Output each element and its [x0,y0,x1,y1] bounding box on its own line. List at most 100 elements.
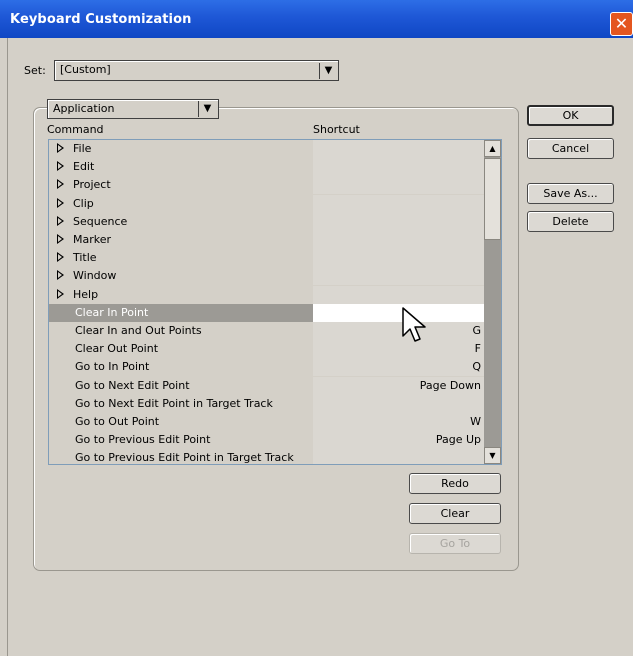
shortcut-cell[interactable]: F [313,340,484,359]
mouse-pointer-icon [402,307,426,342]
shortcut-cell[interactable] [313,285,484,304]
redo-button[interactable]: Redo [409,473,501,494]
expand-triangle-icon[interactable] [57,197,64,208]
command-label: Clip [73,196,94,210]
command-category-row[interactable]: Clip [49,194,484,213]
shortcut-cell[interactable] [313,394,484,413]
scroll-up-arrow-icon[interactable]: ▲ [484,140,501,157]
command-label: Go to Previous Edit Point [75,433,211,447]
command-cell[interactable]: Go to Out Point [49,413,313,431]
command-category-row[interactable]: Project [49,176,484,195]
expand-triangle-icon[interactable] [57,288,64,299]
command-cell[interactable]: Help [49,286,313,304]
command-cell[interactable]: Sequence [49,213,313,231]
category-dropdown-value: Application [53,102,115,115]
command-label: Go to Out Point [75,415,160,428]
command-category-row[interactable]: Edit [49,158,484,177]
command-column-header[interactable]: Command [47,123,104,136]
go-to-button[interactable]: Go To [409,533,501,554]
command-row[interactable]: Go to Out Point W [49,413,484,431]
shortcut-cell[interactable]: W [313,413,484,431]
command-category-row[interactable]: Window [49,267,484,286]
command-label: Go to In Point [75,360,150,374]
command-cell[interactable]: Clear Out Point [49,340,313,358]
command-cell[interactable]: Go to Previous Edit Point [49,431,313,449]
ok-button[interactable]: OK [527,105,614,126]
close-icon[interactable]: ✕ [610,12,633,36]
command-cell[interactable]: Clip [49,195,313,213]
command-cell[interactable]: Title [49,249,313,267]
shortcut-cell[interactable]: Page Up [313,431,484,450]
command-label: Go to Next Edit Point [75,378,190,392]
expand-triangle-icon[interactable] [57,234,64,244]
command-cell[interactable]: Window [49,267,313,285]
dropdown-arrow-icon[interactable]: ▼ [198,101,216,117]
command-category-row[interactable]: File [49,140,484,158]
command-cell[interactable]: File [49,140,313,158]
command-row[interactable]: Go to Next Edit Point Page Down [49,376,484,395]
scroll-thumb[interactable] [484,158,501,240]
window-title: Keyboard Customization [10,12,192,27]
expand-triangle-icon[interactable] [57,179,64,190]
set-dropdown-value: [Custom] [60,63,111,76]
clear-button[interactable]: Clear [409,503,501,524]
shortcut-cell[interactable] [313,449,484,464]
command-label: Help [73,287,99,301]
shortcut-cell[interactable] [313,267,484,286]
dropdown-arrow-icon[interactable]: ▼ [319,63,337,79]
shortcut-cell[interactable] [313,194,484,213]
shortcut-cell[interactable] [313,212,484,231]
command-label: Go to Previous Edit Point in Target Trac… [75,451,294,465]
command-label: Edit [73,160,95,174]
set-dropdown[interactable]: [Custom] ▼ [54,60,339,81]
shortcut-cell[interactable]: Q [313,358,484,377]
scroll-down-arrow-icon[interactable]: ▼ [484,447,501,464]
command-label: Clear In and Out Points [75,324,202,337]
command-row[interactable]: Go to In Point Q [49,358,484,377]
command-label: Title [73,251,97,265]
delete-button[interactable]: Delete [527,211,614,232]
command-label: Clear In Point [75,305,149,319]
command-label: Clear Out Point [75,342,159,356]
expand-triangle-icon[interactable] [57,161,64,172]
cancel-button[interactable]: Cancel [527,138,614,159]
shortcut-cell[interactable] [313,231,484,249]
expand-triangle-icon[interactable] [57,215,64,226]
command-list[interactable]: File Edit Project Clip Sequence Marker Title Wi… [48,139,502,465]
command-cell[interactable]: Edit [49,158,313,176]
shortcut-cell[interactable]: G [313,322,484,340]
expand-triangle-icon[interactable] [57,252,64,263]
shortcut-cell[interactable] [313,158,484,177]
shortcut-cell[interactable] [313,176,484,195]
keyboard-customization-dialog: Keyboard Customization ✕ Set: [Custom] ▼… [0,0,633,656]
command-row[interactable]: Go to Previous Edit Point Page Up [49,431,484,450]
shortcut-cell[interactable] [313,140,484,158]
category-dropdown[interactable]: Application ▼ [47,99,219,119]
command-category-row[interactable]: Marker [49,231,484,249]
shortcut-cell[interactable]: Page Down [313,376,484,395]
command-cell[interactable]: Go to Next Edit Point in Target Track [49,395,313,413]
command-cell[interactable]: Go to Previous Edit Point in Target Trac… [49,449,313,465]
command-cell[interactable]: Clear In and Out Points [49,322,313,340]
command-row[interactable]: Go to Previous Edit Point in Target Trac… [49,449,484,465]
expand-triangle-icon[interactable] [57,143,64,153]
title-bar[interactable]: Keyboard Customization ✕ [0,0,633,38]
command-row[interactable]: Go to Next Edit Point in Target Track [49,394,484,413]
save-as-button[interactable]: Save As... [527,183,614,204]
command-cell[interactable]: Clear In Point [49,303,313,322]
shortcut-column-header[interactable]: Shortcut [313,123,360,136]
shortcut-cell[interactable] [313,249,484,268]
command-category-row[interactable]: Title [49,249,484,268]
shortcut-cell[interactable] [313,303,484,322]
command-cell[interactable]: Project [49,176,313,194]
command-cell[interactable]: Go to In Point [49,358,313,376]
command-cell[interactable]: Go to Next Edit Point [49,377,313,395]
command-category-row[interactable]: Sequence [49,212,484,231]
vertical-scrollbar[interactable]: ▲ ▼ [484,140,501,464]
expand-triangle-icon[interactable] [57,270,64,281]
command-label: Marker [73,233,112,246]
command-category-row[interactable]: Help [49,285,484,304]
command-cell[interactable]: Marker [49,231,313,249]
command-label: Go to Next Edit Point in Target Track [75,396,273,410]
command-label: File [73,142,92,155]
